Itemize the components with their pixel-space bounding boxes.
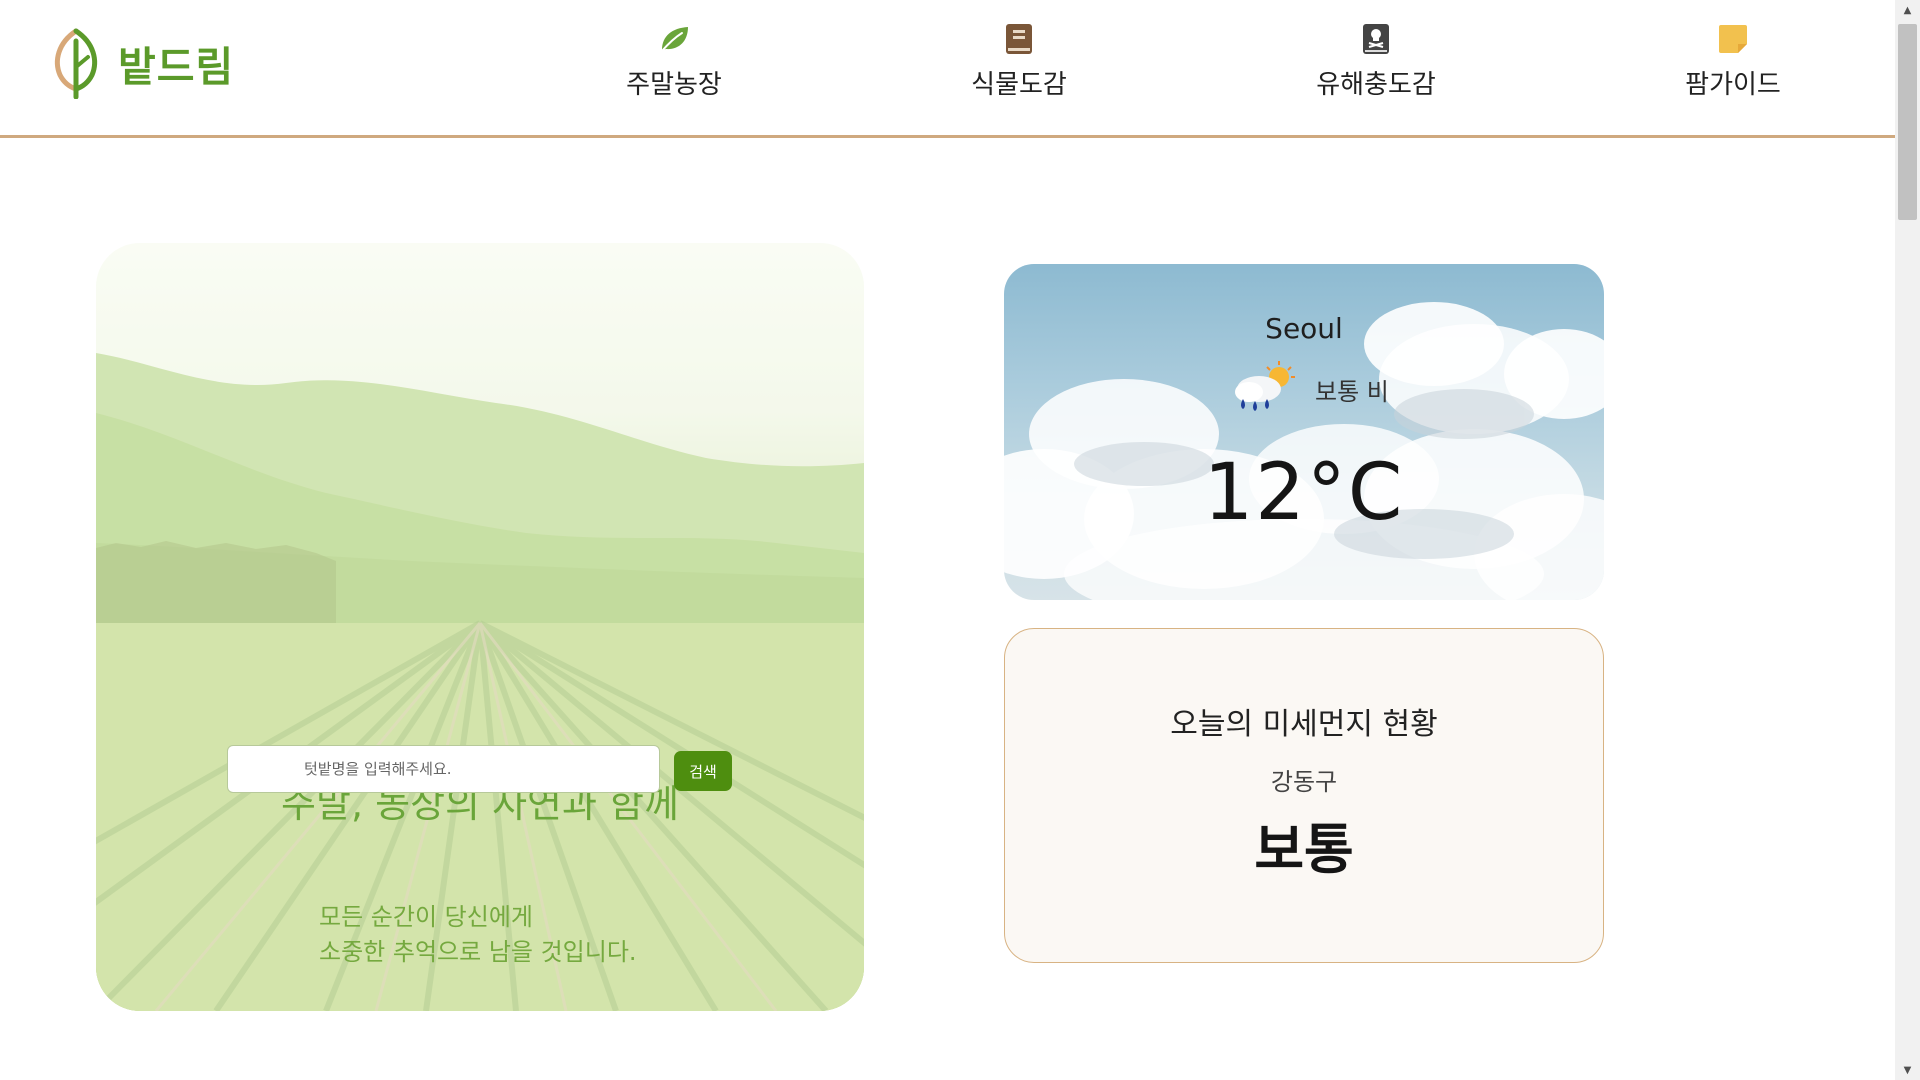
fine-dust-card: 오늘의 미세먼지 현황 강동구 보통 — [1004, 628, 1604, 963]
sprout-icon — [657, 22, 691, 56]
scroll-up-arrow-icon[interactable]: ▲ — [1895, 0, 1920, 20]
fine-dust-status: 보통 — [1254, 818, 1354, 881]
nav-label: 팜가이드 — [1685, 70, 1781, 100]
sticky-note-icon — [1716, 22, 1750, 56]
page: 밭드림 주말농장 식물도감 유해충도감 팜가이드 주말, 농장의 자연과 함께 … — [0, 0, 1920, 1080]
nav-label: 주말농장 — [626, 70, 722, 100]
weather-condition: 보통 비 — [1229, 359, 1389, 419]
weather-temperature: 12°C — [1203, 448, 1405, 538]
nav-label: 식물도감 — [971, 70, 1067, 100]
rain-cloud-sun-icon — [1229, 359, 1299, 419]
hero-subtitle-line-1: 모든 순간이 당신에게 — [319, 903, 533, 931]
leaf-icon — [50, 27, 102, 99]
hero-overlay — [96, 243, 864, 1011]
fine-dust-region: 강동구 — [1270, 768, 1338, 796]
nav-item-pest-guide[interactable]: 유해충도감 — [1276, 22, 1476, 101]
nav-item-weekend-farm[interactable]: 주말농장 — [574, 22, 774, 101]
fine-dust-title: 오늘의 미세먼지 현황 — [1170, 707, 1438, 742]
scrollbar-thumb[interactable] — [1898, 24, 1917, 220]
nav-item-farm-guide[interactable]: 팜가이드 — [1633, 22, 1833, 101]
weather-city: Seoul — [1265, 312, 1343, 345]
logo[interactable]: 밭드림 — [50, 26, 234, 100]
hero-banner: 주말, 농장의 자연과 함께 모든 순간이 당신에게 소중한 추억으로 남을 것… — [96, 243, 864, 1011]
book-icon — [1002, 22, 1036, 56]
search-button[interactable]: 검색 — [674, 751, 732, 791]
farm-search-input[interactable] — [227, 745, 660, 793]
scroll-down-arrow-icon[interactable]: ▼ — [1895, 1060, 1920, 1080]
weather-card: Seoul 보통 비 12°C — [1004, 264, 1604, 600]
weather-condition-text: 보통 비 — [1315, 377, 1389, 406]
hero-subtitle-line-2: 소중한 추억으로 남을 것입니다. — [319, 938, 637, 966]
header: 밭드림 주말농장 식물도감 유해충도감 팜가이드 — [0, 0, 1895, 138]
page-scrollbar[interactable]: ▲ ▼ — [1895, 0, 1920, 1080]
skull-book-icon — [1359, 22, 1393, 56]
nav-label: 유해충도감 — [1316, 70, 1436, 100]
brand-name: 밭드림 — [118, 43, 235, 91]
nav-item-plant-guide[interactable]: 식물도감 — [919, 22, 1119, 101]
